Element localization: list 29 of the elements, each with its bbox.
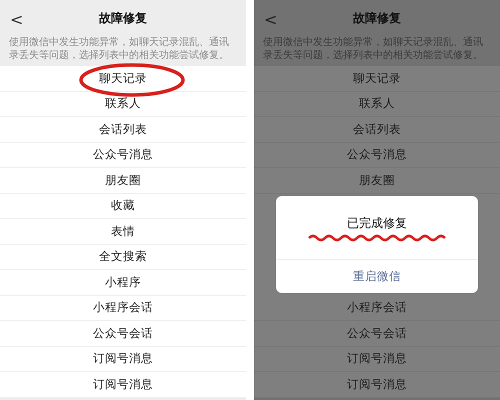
description-text: 使用微信中发生功能异常，如聊天记录混乱、通讯录丢失等问题，选择列表中的相关功能尝试修复。 bbox=[8, 36, 230, 63]
list-item[interactable]: 表情 bbox=[111, 226, 135, 237]
list-item[interactable]: 联系人 bbox=[105, 98, 141, 110]
list-item[interactable]: 聊天记录 bbox=[99, 72, 147, 84]
list-item[interactable]: 朋友圈 bbox=[359, 174, 395, 186]
list-item[interactable]: 朋友圈 bbox=[105, 174, 141, 186]
dialog-message: 已完成修复 bbox=[347, 214, 407, 232]
list-item[interactable]: 公众号消息 bbox=[347, 149, 407, 160]
description-text: 使用微信中发生功能异常，如聊天记录混乱、通讯录丢失等问题，选择列表中的相关功能尝试修复。 bbox=[262, 36, 484, 63]
list-item[interactable]: 公众号消息 bbox=[93, 149, 153, 160]
back-button[interactable]: < bbox=[10, 8, 24, 32]
list-item[interactable]: 订阅号消息 bbox=[93, 353, 153, 364]
list-item[interactable]: 订阅号消息 bbox=[347, 353, 407, 364]
list-item[interactable]: 聊天记录 bbox=[353, 72, 401, 84]
list-item[interactable]: 小程序会话 bbox=[93, 302, 153, 314]
list-item[interactable]: 收藏 bbox=[111, 200, 135, 212]
list-item[interactable]: 全文搜索 bbox=[99, 251, 147, 262]
list-item[interactable]: 小程序会话 bbox=[347, 302, 407, 314]
list-item[interactable]: 会话列表 bbox=[353, 124, 401, 135]
list-item[interactable]: 公众号会话 bbox=[347, 328, 407, 339]
page-title: 故障修复 bbox=[99, 10, 147, 27]
restart-button[interactable]: 重启微信 bbox=[276, 260, 478, 293]
page-title: 故障修复 bbox=[353, 10, 401, 27]
list-item[interactable]: 订阅号消息 bbox=[347, 378, 407, 390]
list-item[interactable]: 订阅号消息 bbox=[93, 378, 153, 390]
list-item[interactable]: 联系人 bbox=[359, 98, 395, 110]
list-item[interactable]: 小程序 bbox=[105, 276, 141, 288]
list-item[interactable]: 公众号会话 bbox=[93, 328, 153, 339]
list-item[interactable]: 会话列表 bbox=[99, 124, 147, 135]
